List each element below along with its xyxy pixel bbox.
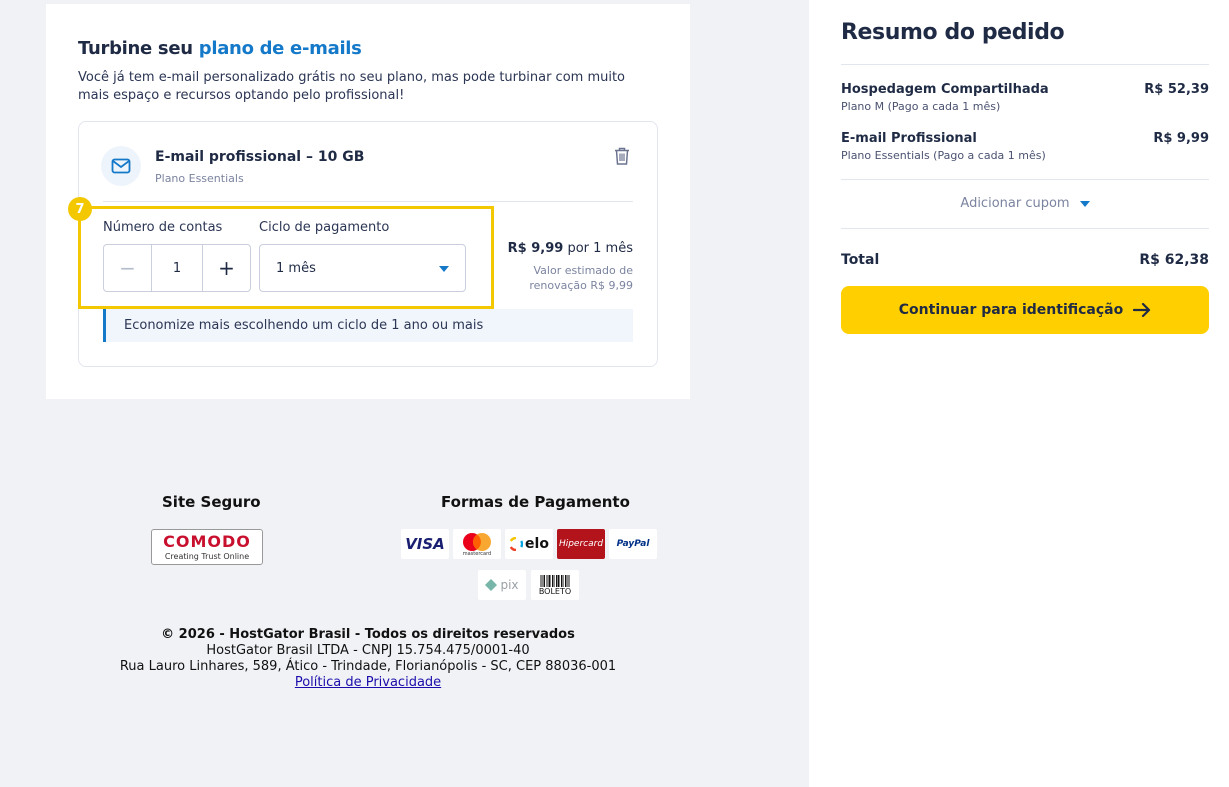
privacy-policy: Política de Privacidade xyxy=(0,675,736,690)
accounts-label: Número de contas xyxy=(103,220,223,235)
product-name: E-mail profissional – 10 GB xyxy=(155,149,365,165)
privacy-policy-link[interactable]: Política de Privacidade xyxy=(295,675,441,690)
renewal-note: Valor estimado de renovação R$ 9,99 xyxy=(529,264,633,292)
hipercard-icon: Hipercard xyxy=(557,529,605,559)
payment-cycle-select[interactable]: 1 mês xyxy=(259,244,466,292)
trash-icon[interactable] xyxy=(613,146,631,166)
main-column: Turbine seu plano de e-mails Você já tem… xyxy=(0,0,809,787)
paypal-label: PayPal xyxy=(616,539,650,549)
summary-item-email-name: E-mail Profissional xyxy=(841,131,977,146)
add-coupon-label: Adicionar cupom xyxy=(960,196,1070,211)
summary-item-email-plan: Plano Essentials (Pago a cada 1 mês) xyxy=(841,149,1046,162)
step-number-badge: 7 xyxy=(68,197,92,221)
mastercard-icon: mastercard xyxy=(453,529,501,559)
total-value: R$ 62,38 xyxy=(1139,252,1209,268)
copyright-text: © 2026 - HostGator Brasil - Todos os dir… xyxy=(161,627,575,642)
continue-button-label: Continuar para identificação xyxy=(898,302,1124,318)
accounts-quantity-stepper: − 1 + xyxy=(103,244,251,292)
summary-item-email-price: R$ 9,99 xyxy=(1153,131,1209,146)
hipercard-label: Hipercard xyxy=(558,539,604,549)
boleto-icon: BOLETO xyxy=(531,570,579,600)
visa-label: VISA xyxy=(405,535,445,553)
summary-item-hosting-name: Hospedagem Compartilhada xyxy=(841,82,1049,97)
arrow-right-icon xyxy=(1133,303,1151,317)
decrement-button[interactable]: − xyxy=(104,245,152,291)
secure-site-title: Site Seguro xyxy=(162,493,261,511)
increment-button[interactable]: + xyxy=(202,245,250,291)
summary-item-hosting-plan: Plano M (Pago a cada 1 mês) xyxy=(841,100,1001,113)
elo-label: elo xyxy=(525,536,549,552)
visa-icon: VISA xyxy=(401,529,449,559)
product-divider xyxy=(103,201,633,202)
company-address: Rua Lauro Linhares, 589, Ático - Trindad… xyxy=(119,659,617,674)
product-plan: Plano Essentials xyxy=(155,172,244,185)
chevron-down-icon xyxy=(439,266,449,272)
chevron-down-icon xyxy=(1079,200,1090,207)
total-label: Total xyxy=(841,252,880,268)
upsell-title-accent: plano de e-mails xyxy=(198,38,362,59)
upsell-title: Turbine seu plano de e-mails xyxy=(78,38,362,59)
mastercard-label: mastercard xyxy=(462,550,492,557)
summary-divider-top xyxy=(841,64,1209,65)
continue-to-identification-button[interactable]: Continuar para identificação xyxy=(841,286,1209,334)
company-info: HostGator Brasil LTDA - CNPJ 15.754.475/… xyxy=(206,643,530,658)
payment-methods-title: Formas de Pagamento xyxy=(441,493,630,511)
summary-item-hosting-price: R$ 52,39 xyxy=(1144,82,1209,97)
order-summary-panel: Resumo do pedido Hospedagem Compartilhad… xyxy=(809,0,1229,787)
product-price: R$ 9,99 por 1 mês xyxy=(508,241,633,256)
add-coupon-toggle[interactable]: Adicionar cupom xyxy=(841,196,1209,211)
price-value: R$ 9,99 xyxy=(507,241,564,256)
summary-divider-bottom xyxy=(841,228,1209,229)
pix-icon: pix xyxy=(478,570,526,600)
email-upsell-card: Turbine seu plano de e-mails Você já tem… xyxy=(46,4,690,399)
payment-cycle-value: 1 mês xyxy=(276,260,316,276)
savings-tip: Economize mais escolhendo um ciclo de 1 … xyxy=(103,309,633,342)
elo-icon: elo xyxy=(505,529,553,559)
comodo-tagline: Creating Trust Online xyxy=(164,552,250,561)
summary-divider-middle xyxy=(841,179,1209,180)
accounts-quantity-value[interactable]: 1 xyxy=(152,245,202,291)
mail-icon xyxy=(101,146,141,186)
pix-label: pix xyxy=(500,578,519,592)
email-product-box: E-mail profissional – 10 GB Plano Essent… xyxy=(68,121,658,367)
boleto-label: BOLETO xyxy=(538,586,572,596)
cycle-label: Ciclo de pagamento xyxy=(259,220,390,235)
upsell-description: Você já tem e-mail personalizado grátis … xyxy=(78,70,626,103)
upsell-title-prefix: Turbine seu xyxy=(78,38,193,59)
paypal-icon: PayPal xyxy=(609,529,657,559)
comodo-seal[interactable]: COMODO Creating Trust Online xyxy=(151,529,263,565)
comodo-brand: COMODO xyxy=(163,532,251,551)
order-summary-title: Resumo do pedido xyxy=(841,20,1065,45)
price-period: por 1 mês xyxy=(567,241,633,256)
